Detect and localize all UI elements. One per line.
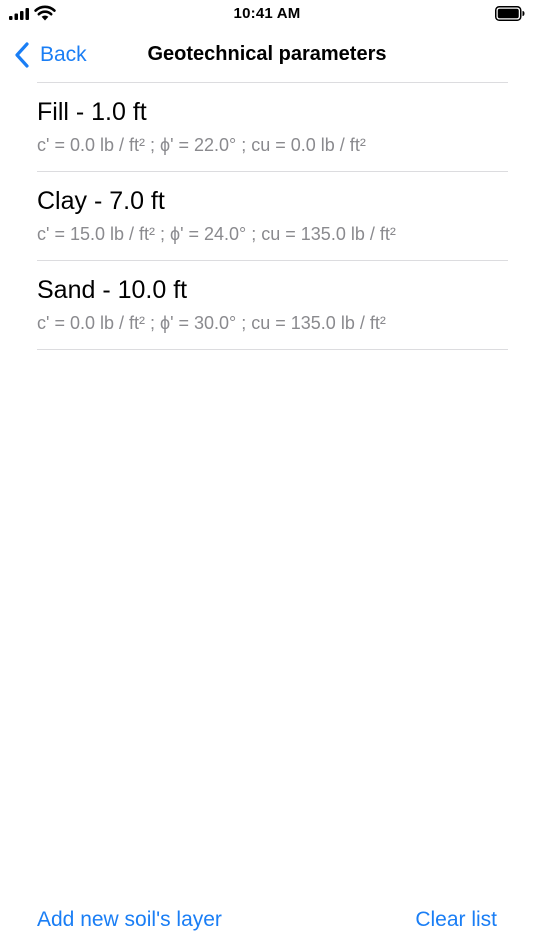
list-item[interactable]: Fill - 1.0 ft c' = 0.0 lb / ft² ; ϕ' = 2…	[37, 83, 508, 172]
soil-layer-title: Clay - 7.0 ft	[37, 187, 165, 215]
navigation-bar: Back Geotechnical parameters	[0, 28, 534, 82]
add-soil-layer-button[interactable]: Add new soil's layer	[37, 908, 222, 932]
status-time: 10:41 AM	[233, 5, 301, 22]
soil-layer-parameters: c' = 15.0 lb / ft² ; ϕ' = 24.0° ; cu = 1…	[37, 224, 396, 244]
bottom-toolbar: Add new soil's layer Clear list	[0, 892, 534, 950]
list-item[interactable]: Sand - 10.0 ft c' = 0.0 lb / ft² ; ϕ' = …	[37, 261, 508, 350]
list-item[interactable]: Clay - 7.0 ft c' = 15.0 lb / ft² ; ϕ' = …	[37, 172, 508, 261]
status-bar: 10:41 AM	[0, 0, 534, 28]
page-title: Geotechnical parameters	[147, 43, 387, 65]
battery-icon	[495, 6, 525, 21]
soil-layer-parameters: c' = 0.0 lb / ft² ; ϕ' = 22.0° ; cu = 0.…	[37, 135, 366, 155]
screen: 10:41 AM Back Geotechnical parameters Fi…	[0, 0, 534, 950]
clear-list-button[interactable]: Clear list	[415, 908, 497, 932]
soil-layer-title: Sand - 10.0 ft	[37, 276, 188, 304]
soil-layer-title: Fill - 1.0 ft	[37, 98, 147, 126]
soil-layer-list: Fill - 1.0 ft c' = 0.0 lb / ft² ; ϕ' = 2…	[37, 83, 508, 350]
soil-layer-parameters: c' = 0.0 lb / ft² ; ϕ' = 30.0° ; cu = 13…	[37, 313, 386, 333]
